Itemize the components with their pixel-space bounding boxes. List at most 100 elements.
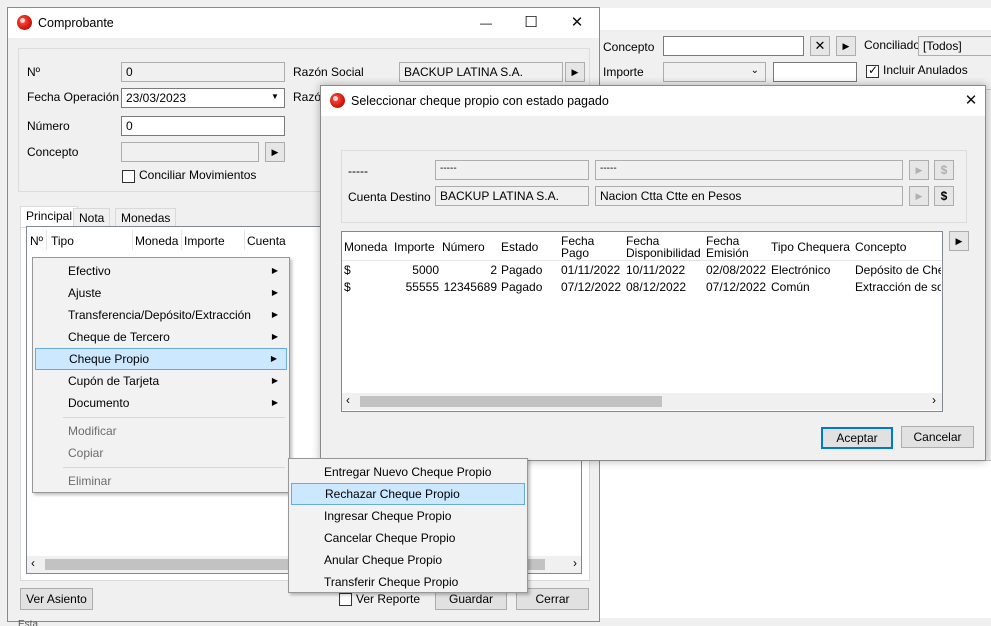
- row1-fecha-disp: 10/11/2022: [626, 263, 686, 277]
- row1-dollar-button: $: [934, 160, 954, 180]
- tab-monedas[interactable]: Monedas: [115, 208, 177, 228]
- menu-item-documento[interactable]: Documento ▶: [35, 392, 287, 414]
- submenu-arrow-icon: ▶: [270, 354, 277, 363]
- razon-social-arrow-button[interactable]: ▶: [565, 62, 585, 82]
- arrow-right-icon: ▶: [915, 165, 923, 175]
- concepto-arrow-button[interactable]: ▶: [265, 142, 285, 162]
- submenu-item-entregar[interactable]: Entregar Nuevo Cheque Propio: [291, 461, 525, 483]
- grid-header-importe: Importe: [184, 234, 225, 248]
- app-logo-icon: [17, 15, 32, 30]
- cuenta-arrow-button: ▶: [909, 186, 929, 206]
- grid-header-moneda: Moneda: [135, 234, 179, 248]
- row1-field-2: -----: [595, 160, 903, 180]
- col-numero: Número: [442, 240, 485, 254]
- scroll-right-icon[interactable]: ›: [932, 393, 936, 407]
- razon-social-label: Razón Social: [293, 65, 364, 79]
- list-horizontal-scrollbar[interactable]: ‹ ›: [342, 393, 942, 410]
- menu-item-cheque-propio[interactable]: Cheque Propio ▶: [35, 348, 287, 370]
- bg-importe-select[interactable]: ⌄: [663, 62, 766, 82]
- date-dropdown-icon[interactable]: ▼: [271, 92, 279, 101]
- tab-nota[interactable]: Nota: [73, 208, 111, 228]
- col-moneda: Moneda: [344, 240, 388, 254]
- n-field: 0: [121, 62, 285, 82]
- ver-reporte-checkbox[interactable]: [339, 593, 352, 606]
- n-label: Nº: [27, 65, 41, 79]
- scroll-thumb[interactable]: [360, 396, 662, 407]
- col-tipo-chequera: Tipo Chequera: [771, 240, 850, 254]
- scroll-left-icon[interactable]: ‹: [346, 393, 350, 407]
- menu-item-transferencia[interactable]: Transferencia/Depósito/Extracción ▶: [35, 304, 287, 326]
- row2-numero: 12345689: [443, 280, 497, 294]
- submenu-item-transferir[interactable]: Transferir Cheque Propio: [291, 571, 525, 593]
- maximize-button[interactable]: ☐: [508, 8, 554, 38]
- dialog-title: Seleccionar cheque propio con estado pag…: [351, 94, 609, 108]
- row1-fecha-emision: 02/08/2022: [706, 263, 767, 277]
- dollar-icon: $: [940, 163, 948, 177]
- row2-concepto: Extracción de soc: [855, 280, 941, 294]
- numero-field[interactable]: 0: [121, 116, 285, 136]
- menu-separator: [63, 467, 285, 468]
- numero-label: Número: [27, 119, 70, 133]
- submenu-item-rechazar[interactable]: Rechazar Cheque Propio: [291, 483, 525, 505]
- submenu-arrow-icon: ▶: [271, 398, 278, 407]
- aceptar-button[interactable]: Aceptar: [821, 427, 893, 449]
- dialog-close-button[interactable]: ✕: [951, 86, 991, 116]
- arrow-right-icon: ▶: [842, 41, 850, 51]
- row1-field-1: -----: [435, 160, 589, 180]
- col-estado: Estado: [501, 240, 539, 254]
- grid-col-divider: [46, 230, 47, 250]
- row1-concepto: Depósito de Cheq: [855, 263, 941, 277]
- list-header-line: [342, 260, 942, 261]
- ver-asiento-button[interactable]: Ver Asiento: [20, 588, 93, 610]
- row1-tipo: Electrónico: [771, 263, 831, 277]
- row1-moneda: $: [344, 263, 351, 277]
- row2-fecha-disp: 08/12/2022: [626, 280, 687, 294]
- bottom-text-fragment: Esta: [18, 619, 39, 626]
- bg-importe-input[interactable]: [773, 62, 857, 82]
- menu-item-cupon[interactable]: Cupón de Tarjeta ▶: [35, 370, 287, 392]
- bg-importe-label: Importe: [603, 65, 644, 79]
- razon-social-field: BACKUP LATINA S.A.: [399, 62, 563, 82]
- chevron-down-icon: ⌄: [750, 65, 759, 76]
- razon-social-2-label: Razó: [293, 90, 322, 104]
- menu-item-ajuste[interactable]: Ajuste ▶: [35, 282, 287, 304]
- bg-clear-button[interactable]: ✕: [810, 36, 830, 56]
- bg-concepto-input[interactable]: [663, 36, 804, 56]
- submenu-item-anular[interactable]: Anular Cheque Propio: [291, 549, 525, 571]
- bg-conciliado-select[interactable]: [Todos]: [918, 36, 991, 56]
- row2-estado: Pagado: [501, 280, 543, 294]
- row1-fecha-pago: 01/11/2022: [561, 263, 621, 277]
- ver-reporte-label: Ver Reporte: [356, 592, 421, 606]
- select-check-dialog: Seleccionar cheque propio con estado pag…: [320, 85, 986, 461]
- col-fecha-pago: Fecha Pago: [561, 234, 595, 260]
- row1-arrow-button: ▶: [909, 160, 929, 180]
- menu-item-cheque-tercero[interactable]: Cheque de Tercero ▶: [35, 326, 287, 348]
- grid-col-divider: [132, 230, 133, 250]
- grid-header-tipo: Tipo: [51, 234, 74, 248]
- close-button[interactable]: ✕: [554, 8, 600, 38]
- tab-principal[interactable]: Principal: [20, 206, 79, 228]
- bg-concepto-arrow-button[interactable]: ▶: [836, 36, 856, 56]
- comprobante-titlebar: Comprobante — ☐ ✕: [8, 8, 599, 38]
- scroll-right-icon[interactable]: ›: [573, 556, 577, 570]
- bg-incluir-anulados-checkbox[interactable]: [866, 63, 879, 78]
- close-icon: ✕: [814, 38, 826, 53]
- minimize-button[interactable]: —: [463, 8, 509, 38]
- conciliar-checkbox[interactable]: [122, 170, 135, 183]
- scroll-left-icon[interactable]: ‹: [31, 556, 35, 570]
- menu-item-copiar: Copiar: [68, 446, 104, 460]
- arrow-right-icon: ▶: [955, 236, 963, 246]
- fecha-field[interactable]: 23/03/2023: [121, 88, 285, 108]
- dialog-titlebar: Seleccionar cheque propio con estado pag…: [321, 86, 985, 116]
- cuenta-dollar-button[interactable]: $: [934, 186, 954, 206]
- submenu-arrow-icon: ▶: [271, 288, 278, 297]
- list-expand-button[interactable]: ▶: [949, 231, 969, 251]
- row2-tipo: Común: [771, 280, 810, 294]
- concepto-field: [121, 142, 259, 162]
- cancelar-button[interactable]: Cancelar: [901, 426, 974, 448]
- submenu-item-cancelar[interactable]: Cancelar Cheque Propio: [291, 527, 525, 549]
- bg-incluir-anulados-label: Incluir Anulados: [883, 63, 968, 77]
- submenu-item-ingresar[interactable]: Ingresar Cheque Propio: [291, 505, 525, 527]
- row1-estado: Pagado: [501, 263, 543, 277]
- menu-item-efectivo[interactable]: Efectivo ▶: [35, 260, 287, 282]
